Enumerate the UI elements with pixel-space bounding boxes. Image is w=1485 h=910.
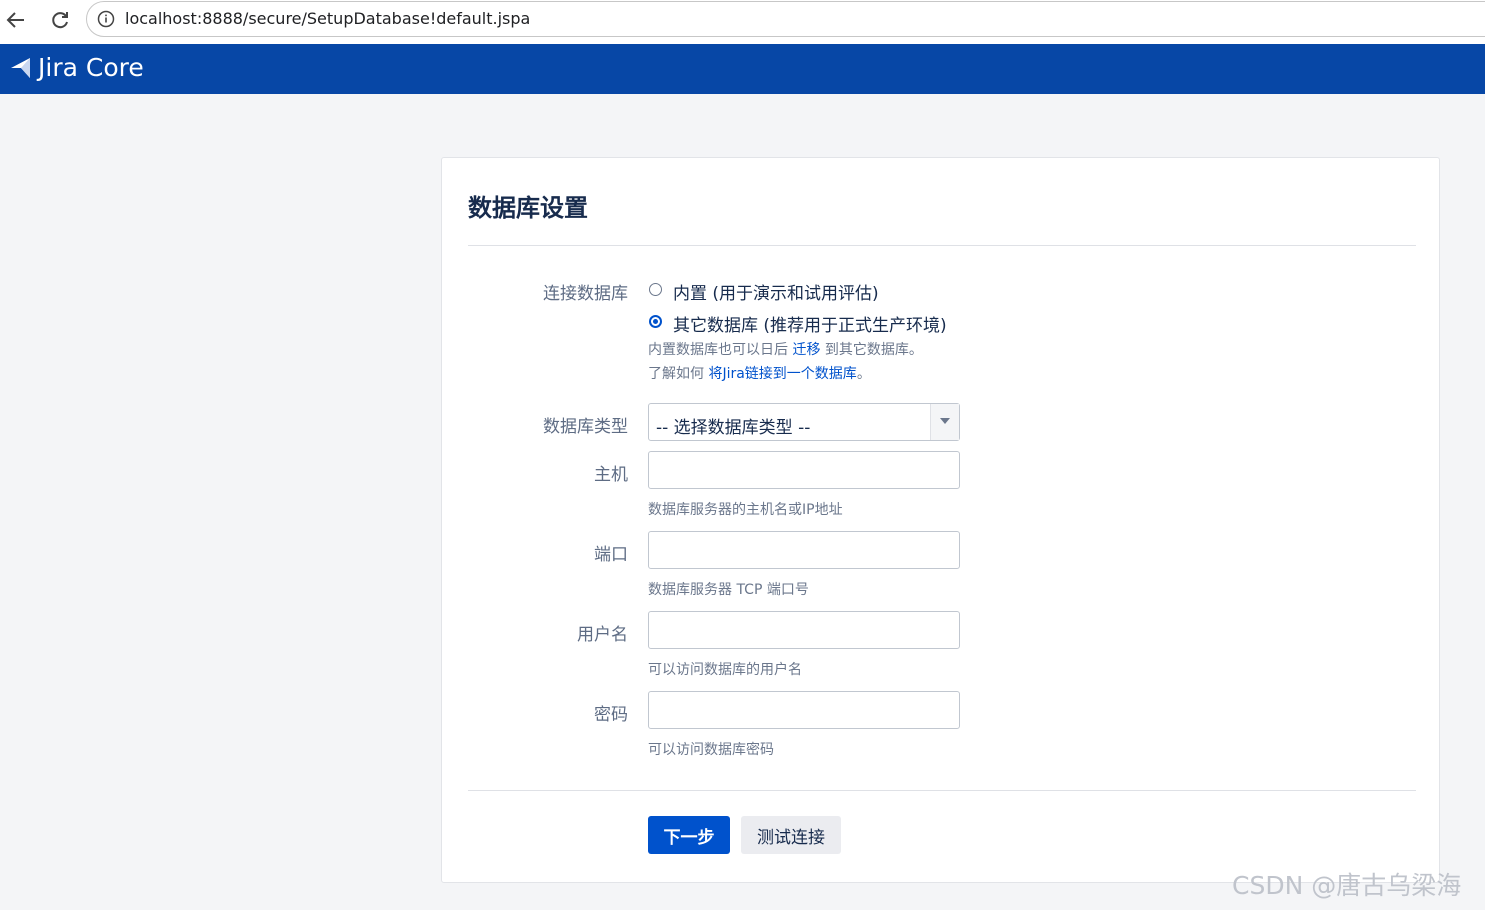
chevron-down-icon — [940, 418, 950, 424]
host-label: 主机 — [594, 465, 628, 485]
page-title: 数据库设置 — [468, 194, 588, 222]
host-help: 数据库服务器的主机名或IP地址 — [648, 502, 843, 518]
migrate-link[interactable]: 迁移 — [792, 342, 820, 358]
app-header: Jira Core — [0, 44, 1485, 94]
host-input[interactable] — [648, 451, 960, 489]
radio-other-db[interactable] — [649, 315, 662, 328]
jira-logo-icon[interactable] — [10, 57, 32, 79]
reload-icon[interactable] — [46, 6, 74, 34]
divider — [468, 245, 1416, 246]
next-button[interactable]: 下一步 — [648, 816, 730, 854]
connect-help: 了解如何 将Jira链接到一个数据库。 — [648, 363, 871, 383]
radio-builtin[interactable] — [649, 283, 662, 296]
connection-label: 连接数据库 — [543, 284, 628, 304]
browser-bar: localhost:8888/secure/SetupDatabase!defa… — [0, 0, 1485, 44]
connect-help-suffix: 。 — [856, 366, 871, 382]
db-type-value[interactable]: -- 选择数据库类型 -- — [656, 413, 810, 438]
username-input[interactable] — [648, 611, 960, 649]
radio-other-db-label[interactable]: 其它数据库 (推荐用于正式生产环境) — [673, 311, 947, 336]
watermark: CSDN @唐古乌梁海 — [1232, 871, 1462, 900]
db-type-label: 数据库类型 — [543, 417, 628, 437]
back-icon[interactable] — [2, 6, 30, 34]
connect-help-prefix: 了解如何 — [648, 366, 709, 382]
dropdown-toggle[interactable] — [930, 404, 959, 440]
product-name[interactable]: Jira Core — [38, 53, 144, 82]
port-input[interactable] — [648, 531, 960, 569]
username-help: 可以访问数据库的用户名 — [648, 662, 802, 678]
info-icon[interactable] — [97, 10, 115, 28]
db-type-select[interactable]: -- 选择数据库类型 -- — [648, 403, 960, 441]
address-bar[interactable]: localhost:8888/secure/SetupDatabase!defa… — [86, 1, 1485, 37]
migrate-help-prefix: 内置数据库也可以日后 — [648, 342, 793, 358]
migrate-help: 内置数据库也可以日后 迁移 到其它数据库。 — [648, 339, 923, 359]
database-setup-card: 数据库设置 连接数据库 内置 (用于演示和试用评估) 其它数据库 (推荐用于正式… — [441, 157, 1440, 883]
password-help: 可以访问数据库密码 — [648, 742, 774, 758]
port-label: 端口 — [594, 545, 628, 565]
migrate-help-suffix: 到其它数据库。 — [820, 342, 923, 358]
radio-builtin-label[interactable]: 内置 (用于演示和试用评估) — [673, 279, 879, 304]
connect-db-link[interactable]: 将Jira链接到一个数据库 — [708, 366, 856, 382]
divider — [468, 790, 1416, 791]
password-input[interactable] — [648, 691, 960, 729]
port-help: 数据库服务器 TCP 端口号 — [648, 582, 809, 598]
password-label: 密码 — [594, 705, 628, 725]
test-connection-button[interactable]: 测试连接 — [741, 816, 841, 854]
url-text[interactable]: localhost:8888/secure/SetupDatabase!defa… — [125, 9, 530, 28]
username-label: 用户名 — [577, 625, 628, 645]
